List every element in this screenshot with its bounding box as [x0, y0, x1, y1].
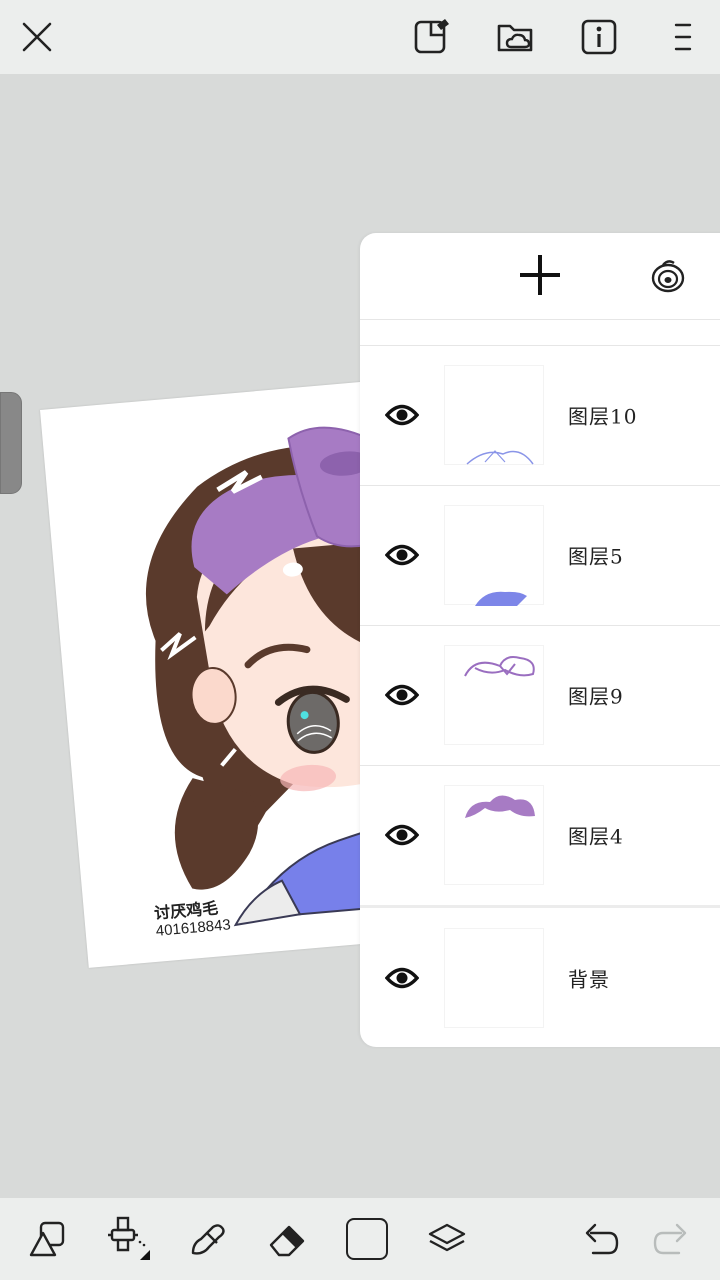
thumbnail-preview — [475, 591, 527, 606]
visibility-toggle[interactable] — [380, 675, 424, 715]
close-button[interactable] — [14, 14, 60, 60]
layer-name: 图层10 — [568, 404, 638, 429]
smudge-tool-button[interactable] — [184, 1216, 230, 1262]
blend-mode-button[interactable] — [640, 247, 696, 303]
artist-signature: 讨厌鸡毛 401618843 — [154, 899, 232, 939]
layer-name: 图层9 — [568, 684, 624, 709]
layer-row[interactable]: 图层9 — [360, 625, 720, 765]
thumbnail-preview — [465, 795, 535, 818]
visibility-toggle[interactable] — [380, 958, 424, 998]
eye-icon — [385, 684, 419, 706]
smudge-icon — [191, 1224, 225, 1255]
cloud-folder-button[interactable] — [492, 14, 538, 60]
visibility-toggle[interactable] — [380, 395, 424, 435]
eye-icon — [385, 967, 419, 989]
color-swatch[interactable] — [346, 1218, 388, 1260]
eye-icon — [385, 404, 419, 426]
thumbnail-preview — [466, 450, 534, 465]
header-divider — [360, 319, 720, 320]
eraser-tool-button[interactable] — [264, 1216, 310, 1262]
airbrush-icon — [108, 1216, 150, 1260]
new-canvas-button[interactable] — [408, 14, 454, 60]
undo-icon — [585, 1223, 619, 1255]
top-toolbar — [0, 0, 720, 74]
layer-thumbnail — [444, 505, 544, 606]
layer-name: 背景 — [568, 967, 610, 992]
info-button[interactable] — [576, 14, 622, 60]
undo-button[interactable] — [576, 1216, 622, 1262]
shapes-tool-button[interactable] — [24, 1216, 70, 1262]
layer-thumbnail — [444, 645, 544, 745]
add-layer-button[interactable] — [512, 247, 568, 303]
layer-thumbnail — [444, 365, 544, 465]
layer-row[interactable]: 图层10 — [360, 345, 720, 485]
eye-icon — [385, 824, 419, 846]
redo-icon — [653, 1223, 687, 1255]
eye-icon — [385, 544, 419, 566]
layer-row[interactable]: 图层5 — [360, 485, 720, 625]
shapes-icon — [29, 1221, 65, 1257]
bottom-toolbar — [0, 1198, 720, 1280]
redo-button[interactable] — [650, 1216, 696, 1262]
layer-row-background[interactable]: 背景 — [360, 908, 720, 1047]
eraser-icon — [269, 1225, 305, 1257]
menu-icon — [674, 23, 692, 51]
cloud-folder-icon — [497, 24, 533, 52]
layer-row[interactable]: 图层4 — [360, 765, 720, 905]
menu-button[interactable] — [660, 14, 706, 60]
visibility-toggle[interactable] — [380, 535, 424, 575]
canvas-scroll-handle[interactable] — [0, 392, 22, 494]
plus-icon — [520, 255, 560, 295]
layers-tool-button[interactable] — [424, 1216, 470, 1262]
visibility-toggle[interactable] — [380, 815, 424, 855]
layer-name: 图层4 — [568, 824, 624, 849]
layer-panel: 图层10 图层5 图层9 图层4 背景 — [360, 233, 720, 1047]
layer-thumbnail — [444, 785, 544, 885]
layer-name: 图层5 — [568, 544, 624, 569]
thumbnail-preview — [464, 656, 535, 677]
airbrush-tool-button[interactable] — [104, 1216, 150, 1262]
spiral-icon — [651, 260, 685, 293]
layers-icon — [428, 1223, 466, 1252]
new-canvas-icon — [414, 19, 449, 54]
layer-thumbnail — [444, 928, 544, 1028]
close-icon — [22, 22, 52, 52]
layer-panel-header — [360, 233, 720, 319]
info-icon — [581, 19, 617, 55]
